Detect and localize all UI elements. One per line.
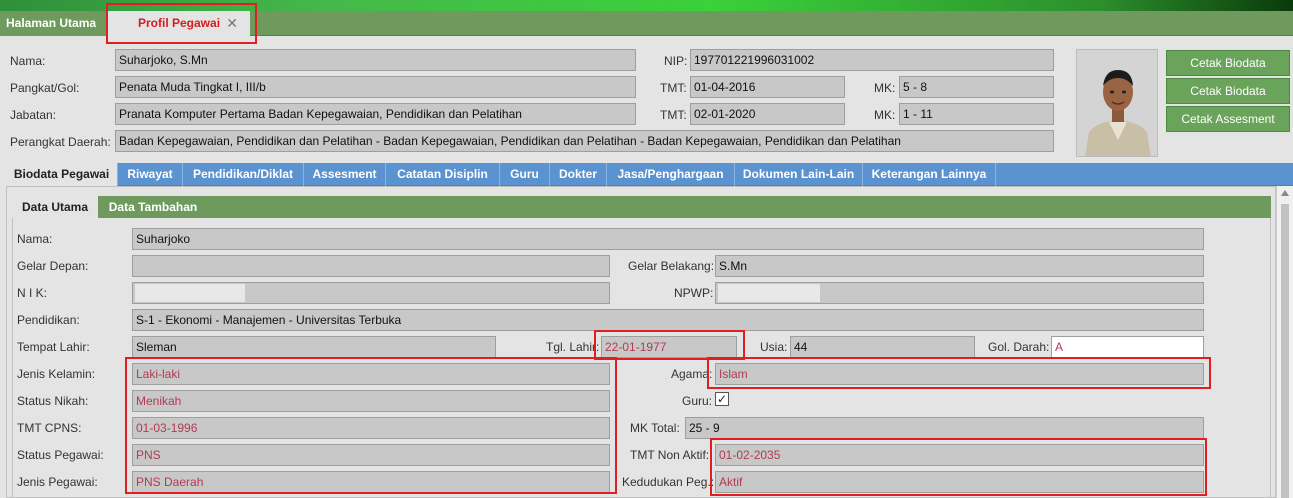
pangkat-label: Pangkat/Gol: xyxy=(10,81,80,95)
gelar-depan-field[interactable] xyxy=(132,255,610,277)
gelar-belakang-label: Gelar Belakang: xyxy=(628,259,715,273)
tab-halaman-utama[interactable]: Halaman Utama xyxy=(0,11,108,36)
highlight-personal-fields xyxy=(125,357,617,494)
perangkat-daerah-label: Perangkat Daerah: xyxy=(10,135,111,149)
highlight-status-fields xyxy=(710,438,1207,496)
mk-label-1: MK: xyxy=(874,81,896,95)
tmt-cpns-label: TMT CPNS: xyxy=(17,421,82,435)
tab-biodata-pegawai[interactable]: Biodata Pegawai xyxy=(6,163,118,186)
cetak-biodata-button[interactable]: Cetak Biodata xyxy=(1166,50,1290,76)
mk-label-2: MK: xyxy=(874,108,896,122)
tempat-lahir-field[interactable]: Sleman xyxy=(132,336,496,358)
highlight-profile-tab xyxy=(106,3,257,44)
tab-dokter[interactable]: Dokter xyxy=(550,163,607,186)
tmt-field-1: 01-04-2016 xyxy=(690,76,845,98)
mk-total-label: MK Total: xyxy=(630,421,680,435)
jabatan-label: Jabatan: xyxy=(10,108,57,122)
guru-checkbox[interactable]: ✓ xyxy=(715,392,729,406)
jenis-pegawai-label: Jenis Pegawai: xyxy=(17,475,98,489)
tab-assesment[interactable]: Assesment xyxy=(304,163,386,186)
avatar xyxy=(1077,50,1157,156)
npwp-redacted xyxy=(718,284,820,302)
jabatan-field: Pranata Komputer Pertama Badan Kepegawai… xyxy=(115,103,636,125)
jenis-kelamin-label: Jenis Kelamin: xyxy=(17,367,96,381)
status-pegawai-label: Status Pegawai: xyxy=(17,448,104,462)
tab-dokumen-lain-lain[interactable]: Dokumen Lain-Lain xyxy=(735,163,863,186)
tmt-label-2: TMT: xyxy=(660,108,687,122)
gelar-belakang-field[interactable]: S.Mn xyxy=(715,255,1204,277)
gol-darah-label: Gol. Darah: xyxy=(988,340,1050,354)
nik-label: N I K: xyxy=(17,286,48,300)
nama-field: Suharjoko, S.Mn xyxy=(115,49,636,71)
highlight-tgl-lahir xyxy=(594,330,745,360)
cetak-biodata-lengkap-button[interactable]: Cetak Biodata Lengkap xyxy=(1166,78,1290,122)
npwp-field[interactable] xyxy=(715,282,1204,304)
vertical-scrollbar[interactable] xyxy=(1276,186,1293,498)
form-nama-label: Nama: xyxy=(17,232,53,246)
usia-label: Usia: xyxy=(760,340,788,354)
tab-data-utama[interactable]: Data Utama xyxy=(12,196,98,218)
scroll-up-icon[interactable] xyxy=(1281,190,1289,196)
tab-catatan-disiplin[interactable]: Catatan Disiplin xyxy=(386,163,500,186)
tab-data-tambahan[interactable]: Data Tambahan xyxy=(98,196,208,218)
highlight-agama xyxy=(707,357,1211,389)
gelar-depan-label: Gelar Depan: xyxy=(17,259,89,273)
tempat-lahir-label: Tempat Lahir: xyxy=(17,340,90,354)
employee-photo xyxy=(1076,49,1158,157)
tab-keterangan-lainnya[interactable]: Keterangan Lainnya xyxy=(863,163,996,186)
tmt-label-1: TMT: xyxy=(660,81,687,95)
tgl-lahir-label: Tgl. Lahir: xyxy=(546,340,600,354)
kedudukan-label: Kedudukan Peg.: xyxy=(622,475,715,489)
section-tab-bar: Biodata Pegawai Riwayat Pendidikan/Dikla… xyxy=(6,163,1293,186)
nik-redacted xyxy=(135,284,245,302)
tab-riwayat[interactable]: Riwayat xyxy=(118,163,183,186)
mk-total-field[interactable]: 25 - 9 xyxy=(685,417,1204,439)
mk-field-1: 5 - 8 xyxy=(899,76,1054,98)
usia-field[interactable]: 44 xyxy=(790,336,975,358)
cetak-assesment-button[interactable]: Cetak Assesment xyxy=(1166,106,1290,132)
mk-field-2: 1 - 11 xyxy=(899,103,1054,125)
tab-pendidikan-diklat[interactable]: Pendidikan/Diklat xyxy=(183,163,304,186)
sub-tab-bar: Data Utama Data Tambahan xyxy=(12,196,1271,218)
guru-label: Guru: xyxy=(682,394,713,408)
gol-darah-field[interactable]: A xyxy=(1051,336,1204,358)
tab-jasa-penghargaan[interactable]: Jasa/Penghargaan xyxy=(607,163,735,186)
perangkat-daerah-field: Badan Kepegawaian, Pendidikan dan Pelati… xyxy=(115,130,1054,152)
nip-label: NIP: xyxy=(664,54,688,68)
tmt-field-2: 02-01-2020 xyxy=(690,103,845,125)
scrollbar-thumb[interactable] xyxy=(1281,204,1289,498)
status-nikah-label: Status Nikah: xyxy=(17,394,89,408)
npwp-label: NPWP: xyxy=(674,286,714,300)
nik-field[interactable] xyxy=(132,282,610,304)
form-nama-field[interactable]: Suharjoko xyxy=(132,228,1204,250)
tab-guru[interactable]: Guru xyxy=(500,163,550,186)
nama-label: Nama: xyxy=(10,54,46,68)
tmt-non-aktif-label: TMT Non Aktif: xyxy=(630,448,710,462)
pendidikan-field[interactable]: S-1 - Ekonomi - Manajemen - Universitas … xyxy=(132,309,1204,331)
pendidikan-label: Pendidikan: xyxy=(17,313,80,327)
pangkat-field: Penata Muda Tingkat I, III/b xyxy=(115,76,636,98)
nip-field: 197701221996031002 xyxy=(690,49,1054,71)
